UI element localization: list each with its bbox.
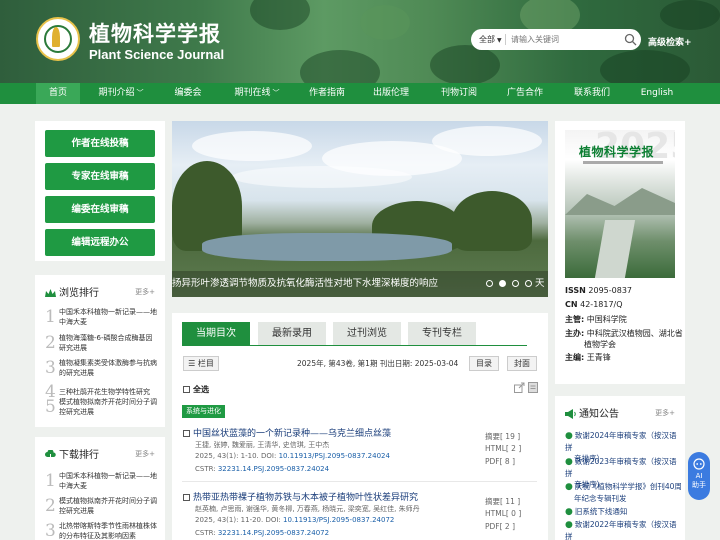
nav-subscription[interactable]: 刊物订阅: [434, 83, 484, 104]
browse-rank-title: 浏览排行: [45, 284, 99, 299]
featured-banner[interactable]: 扬异形叶渗透调节物质及抗氧化酶活性对地下水埋深梯度的响应 天: [172, 121, 548, 297]
journal-cover-image[interactable]: 2025 植物科学学报: [565, 130, 675, 278]
export-icon[interactable]: [514, 382, 525, 393]
notice-item[interactable]: ● 致谢2022年审稿专家（按汉语拼: [565, 519, 683, 540]
notices-more-link[interactable]: 更多+: [655, 408, 675, 418]
article-cstr: CSTR: 32231.14.PSJ.2095-0837.24024: [195, 465, 330, 473]
cstr-link[interactable]: 32231.14.PSJ.2095-0837.24072: [218, 529, 329, 537]
journal-logo[interactable]: [36, 17, 80, 61]
list-item[interactable]: 3 北热带喀斯特季节性雨林植株体的分布特征及其影响因素: [45, 520, 160, 540]
nav-author-guide[interactable]: 作者指南: [302, 83, 352, 104]
search-bar: 全部 ▼: [471, 29, 641, 50]
nav-advertising[interactable]: 广告合作: [500, 83, 550, 104]
html-link[interactable]: HTML[ 0 ]: [485, 509, 521, 518]
document-icon[interactable]: [528, 382, 538, 393]
list-item[interactable]: 3 植物凝集素类受体激酶参与抗病的研究进展: [45, 357, 160, 379]
chat-bot-icon: [693, 458, 705, 470]
doi-link[interactable]: 10.11913/PSJ.2095-0837.24072: [283, 516, 394, 524]
nav-editorial-board[interactable]: 编委会: [166, 83, 210, 104]
search-input[interactable]: [511, 32, 621, 47]
chevron-down-icon: ﹀: [272, 89, 280, 97]
host-info-cont: 植物学会: [584, 340, 616, 349]
toc-button[interactable]: 目录: [469, 356, 499, 371]
chevron-down-icon: ﹀: [136, 89, 144, 97]
editor-review-button[interactable]: 编委在线审稿: [45, 196, 155, 223]
host-info: 主办: 中科院武汉植物园、湖北省: [565, 329, 683, 338]
quick-links-panel: 作者在线投稿 专家在线审稿 编委在线审稿 编辑远程办公: [35, 121, 165, 261]
download-rank-panel: 下载排行 更多+ 1 中国禾本科植物一新记录——地中海大麦 2 模式植物拟南芥开花时…: [35, 437, 165, 540]
crown-icon: [45, 288, 56, 297]
columns-button[interactable]: ☰ 栏目: [183, 356, 219, 371]
article-cstr: CSTR: 32231.14.PSJ.2095-0837.24072: [195, 529, 330, 537]
notice-item[interactable]: ● 庆祝《植物科学学报》创刊40周 年纪念专辑刊发: [565, 481, 683, 504]
site-header: 植物科学学报 Plant Science Journal 全部▼ 高级检索+: [0, 0, 720, 83]
main-nav: 首页 期刊介绍 ﹀ 编委会 期刊在线 ﹀ 作者指南 出版伦理 刊物订阅 广告合作 联…: [0, 83, 720, 104]
slide-dot[interactable]: [525, 280, 532, 287]
notices-title: 通知公告: [565, 405, 619, 420]
slide-dot-active[interactable]: [499, 280, 506, 287]
article-title[interactable]: 中国丝状蓝藻的一个新记录种——乌克兰细点丝藻: [183, 426, 391, 439]
article-title[interactable]: 热带亚热带裸子植物苏铁与木本被子植物叶性状差异研究: [183, 490, 418, 503]
cover-title: 植物科学学报: [579, 145, 655, 159]
list-item[interactable]: 2 模式植物拟南芥开花时间分子调控研究进展: [45, 495, 160, 517]
nav-english[interactable]: English: [632, 83, 682, 104]
abstract-link[interactable]: 摘要[ 11 ]: [485, 496, 520, 507]
html-link[interactable]: HTML[ 2 ]: [485, 444, 521, 453]
browse-rank-more-link[interactable]: 更多+: [135, 287, 155, 297]
tab-current-issue[interactable]: 当期目次: [182, 322, 250, 345]
article-citation: 2025, 43(1): 11-20. DOI: 10.11913/PSJ.20…: [195, 516, 395, 524]
issue-info: 2025年, 第43卷, 第1期 刊出日期: 2025-03-04: [297, 359, 459, 368]
search-icon[interactable]: [624, 33, 637, 46]
browse-rank-panel: 浏览排行 更多+ 1 中国禾本科植物一新记录——地中海大麦 2 植物海藻糖-6-磷酸…: [35, 275, 165, 427]
cstr-link[interactable]: 32231.14.PSJ.2095-0837.24024: [218, 465, 329, 473]
category-tag: 系统与进化: [182, 405, 225, 418]
cover-button[interactable]: 封面: [507, 356, 537, 371]
list-item[interactable]: 1 中国禾本科植物一新记录——地中海大麦: [45, 306, 160, 328]
banner-caption[interactable]: 扬异形叶渗透调节物质及抗氧化酶活性对地下水埋深梯度的响应: [172, 275, 438, 289]
article-authors: 赵英楠, 卢思雨, 谢强华, 黄冬柳, 万春燕, 杨晓元, 梁奕宽, 吴红佳, …: [195, 505, 420, 513]
banner-caption-next: 天: [535, 278, 545, 289]
article-citation: 2025, 43(1): 1-10. DOI: 10.11913/PSJ.209…: [195, 452, 390, 460]
download-rank-more-link[interactable]: 更多+: [135, 449, 155, 459]
notice-item[interactable]: ● 旧系统下线通知: [565, 506, 683, 518]
nav-home[interactable]: 首页: [36, 83, 80, 104]
cn-info: CN 42-1817/Q: [565, 300, 623, 309]
slide-dot[interactable]: [512, 280, 519, 287]
nav-publication-ethics[interactable]: 出版伦理: [366, 83, 416, 104]
nav-journal-online[interactable]: 期刊在线 ﹀: [226, 83, 288, 104]
list-item[interactable]: 5 模式植物拟南芥开花时间分子调控研究进展: [45, 396, 160, 418]
pdf-link[interactable]: PDF[ 2 ]: [485, 522, 515, 531]
nav-contact[interactable]: 联系我们: [567, 83, 617, 104]
tab-special-issues[interactable]: 专刊专栏: [408, 322, 476, 345]
select-all-checkbox[interactable]: 全选: [183, 384, 209, 395]
pdf-link[interactable]: PDF[ 8 ]: [485, 457, 515, 466]
ai-assistant-button[interactable]: AI 助手: [688, 452, 710, 500]
tab-past-issues[interactable]: 过刊浏览: [333, 322, 401, 345]
search-scope-select[interactable]: 全部 ▼: [479, 34, 502, 45]
slide-dot[interactable]: [486, 280, 493, 287]
tab-accepted[interactable]: 最新录用: [258, 322, 326, 345]
list-item[interactable]: 1 中国禾本科植物一新记录——地中海大麦: [45, 470, 160, 492]
site-title-cn: 植物科学学报: [89, 22, 221, 46]
chevron-down-icon: ▼: [497, 37, 502, 44]
download-rank-title: 下载排行: [45, 446, 99, 461]
advanced-search-link[interactable]: 高级检索+: [648, 35, 692, 48]
editor-info: 主编: 王青锋: [565, 353, 611, 362]
nav-journal-intro[interactable]: 期刊介绍 ﹀: [90, 83, 152, 104]
list-item[interactable]: 2 植物海藻糖-6-磷酸合成酶基因研究进展: [45, 332, 160, 354]
expert-review-button[interactable]: 专家在线审稿: [45, 163, 155, 190]
list-icon: ☰: [188, 359, 198, 368]
megaphone-icon: [565, 409, 576, 419]
download-cloud-icon: [45, 450, 56, 460]
sponsor-info: 主管: 中国科学院: [565, 315, 627, 324]
site-title-en: Plant Science Journal: [89, 47, 225, 62]
author-submission-button[interactable]: 作者在线投稿: [45, 130, 155, 157]
issn-info: ISSN 2095-0837: [565, 286, 632, 295]
abstract-link[interactable]: 摘要[ 19 ]: [485, 431, 520, 442]
article-authors: 王捷, 张婷, 魏爱丽, 王清华, 史信琪, 王中杰: [195, 441, 330, 449]
doi-link[interactable]: 10.11913/PSJ.2095-0837.24024: [279, 452, 390, 460]
remote-office-button[interactable]: 编辑远程办公: [45, 229, 155, 256]
